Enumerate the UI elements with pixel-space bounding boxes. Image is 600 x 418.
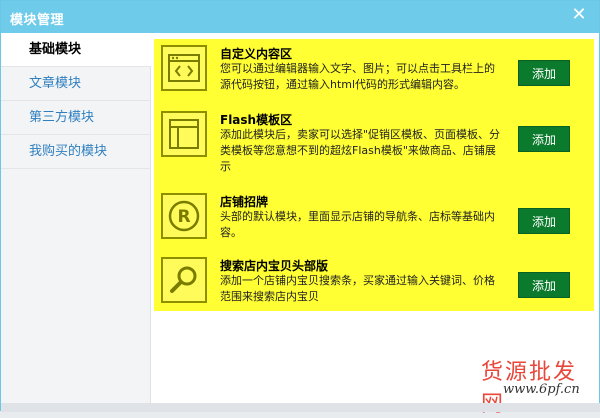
module-description: 添加此模块后，卖家可以选择"促销区模板、页面模板、分类模板等您意想不到的超炫Fl… [220,128,501,173]
sidebar-item-label: 第三方模块 [29,110,95,125]
registered-sign-icon: R [161,193,207,239]
module-title: 店铺招牌 [220,195,269,209]
search-icon [161,257,207,303]
add-button[interactable]: 添加 [518,272,570,298]
close-icon[interactable]: ✕ [570,6,588,24]
sidebar-item-label: 我购买的模块 [29,144,108,159]
sidebar-item-label: 基础模块 [29,42,82,57]
module-manager-dialog: 模块管理 ✕ 基础模块 文章模块 第三方模块 我购买的模块 自定义内容区 您可以… [0,0,600,417]
watermark-url: www.6pf.cn [503,382,580,397]
add-button[interactable]: 添加 [518,208,570,234]
module-item-custom-content: 自定义内容区 您可以通过编辑器输入文字、图片；可以点击工具栏上的源代码按钮，通过… [154,39,594,105]
module-description: 头部的默认模块，里面显示店铺的导航条、店标等基础内容。 [220,210,495,239]
dialog-titlebar: 模块管理 ✕ [1,1,599,33]
sidebar-item-article[interactable]: 文章模块 [1,67,150,101]
module-title: Flash模板区 [220,113,293,127]
module-category-sidebar: 基础模块 文章模块 第三方模块 我购买的模块 [1,33,151,411]
module-item-store-sign: R 店铺招牌 头部的默认模块，里面显示店铺的导航条、店标等基础内容。 添加 [154,187,594,253]
module-title: 自定义内容区 [220,47,293,61]
sidebar-item-third-party[interactable]: 第三方模块 [1,101,150,135]
module-list: 自定义内容区 您可以通过编辑器输入文字、图片；可以点击工具栏上的源代码按钮，通过… [154,39,594,311]
code-window-icon [161,45,207,91]
sidebar-item-basic[interactable]: 基础模块 [1,33,151,67]
module-description: 您可以通过编辑器输入文字、图片；可以点击工具栏上的源代码按钮，通过输入html代… [220,62,495,91]
layout-template-icon [161,111,207,157]
module-title: 搜索店内宝贝头部版 [220,259,329,273]
module-description: 添加一个店铺内宝贝搜索条，买家通过输入关键词、价格范围来搜索店内宝贝 [220,274,495,303]
module-item-flash-template: Flash模板区 添加此模块后，卖家可以选择"促销区模板、页面模板、分类模板等您… [154,105,594,173]
add-button[interactable]: 添加 [518,60,570,86]
dialog-title: 模块管理 [10,13,65,28]
add-button[interactable]: 添加 [518,126,570,152]
watermark-logo: 货源批发网 www.6pf.cn [481,354,599,417]
module-item-store-search: 搜索店内宝贝头部版 添加一个店铺内宝贝搜索条，买家通过输入关键词、价格范围来搜索… [154,251,594,317]
sidebar-item-purchased[interactable]: 我购买的模块 [1,135,150,169]
svg-text:R: R [177,207,190,227]
sidebar-item-label: 文章模块 [29,76,82,91]
